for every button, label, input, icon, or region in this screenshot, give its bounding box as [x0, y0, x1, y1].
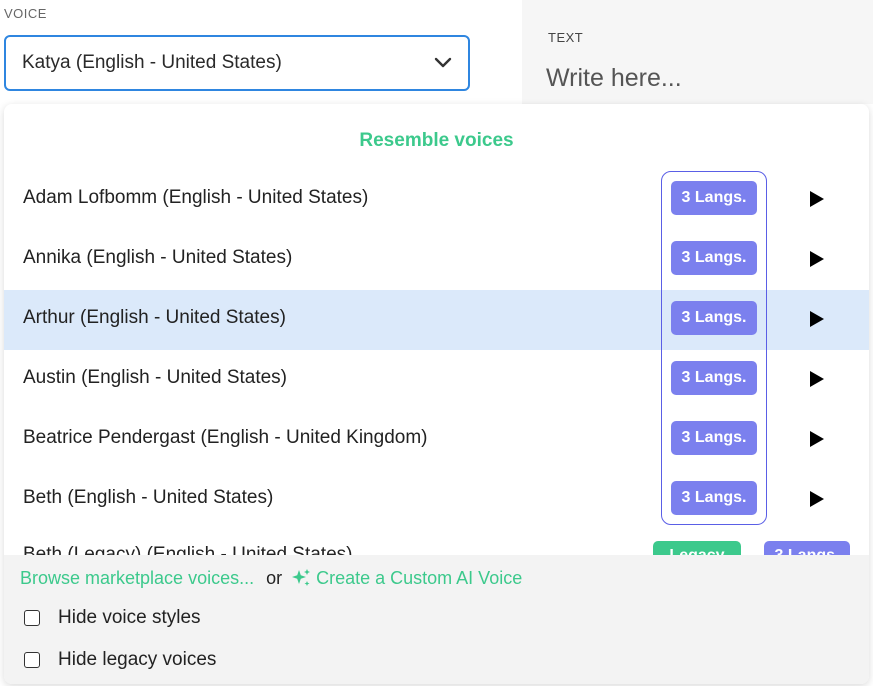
chevron-down-icon [434, 57, 452, 68]
langs-badge[interactable]: 3 Langs. [671, 361, 757, 395]
text-input[interactable] [546, 64, 846, 93]
text-panel: TEXT [522, 0, 873, 104]
voice-option-highlighted[interactable]: Arthur (English - United States) 3 Langs… [4, 290, 869, 350]
dropdown-footer: Browse marketplace voices... or Create a… [4, 555, 869, 684]
hide-legacy-voices-option[interactable]: Hide legacy voices [24, 649, 216, 671]
play-icon[interactable] [810, 311, 824, 327]
text-field-label: TEXT [548, 30, 584, 45]
langs-badge[interactable]: 3 Langs. [671, 241, 757, 275]
langs-badge[interactable]: 3 Langs. [671, 181, 757, 215]
play-icon[interactable] [810, 491, 824, 507]
voice-option[interactable]: Adam Lofbomm (English - United States) 3… [4, 170, 869, 230]
hide-legacy-voices-label: Hide legacy voices [58, 649, 217, 670]
voice-option[interactable]: Beth (English - United States) 3 Langs. [4, 470, 869, 530]
voice-dropdown: Resemble voices Adam Lofbomm (English - … [4, 104, 869, 684]
voice-field-label: VOICE [4, 6, 47, 21]
voice-option-name: Annika (English - United States) [23, 247, 293, 268]
hide-voice-styles-option[interactable]: Hide voice styles [24, 607, 201, 629]
sparkle-icon [292, 569, 311, 586]
langs-badge[interactable]: 3 Langs. [671, 481, 757, 515]
voice-option[interactable]: Beatrice Pendergast (English - United Ki… [4, 410, 869, 470]
voice-list: Adam Lofbomm (English - United States) 3… [4, 170, 869, 530]
voice-option-name: Austin (English - United States) [23, 367, 288, 388]
voice-option[interactable]: Austin (English - United States) 3 Langs… [4, 350, 869, 410]
hide-voice-styles-checkbox[interactable] [24, 610, 40, 626]
group-heading: Resemble voices [359, 130, 514, 151]
browse-marketplace-link[interactable]: Browse marketplace voices... [20, 568, 254, 589]
langs-badge[interactable]: 3 Langs. [671, 421, 757, 455]
voice-option-name: Arthur (English - United States) [23, 307, 286, 328]
voice-option-name: Beatrice Pendergast (English - United Ki… [23, 427, 428, 448]
voice-select[interactable]: Katya (English - United States) [4, 35, 470, 91]
hide-legacy-voices-checkbox[interactable] [24, 652, 40, 668]
hide-voice-styles-label: Hide voice styles [58, 607, 201, 628]
play-icon[interactable] [810, 431, 824, 447]
voice-select-value: Katya (English - United States) [22, 52, 282, 73]
play-icon[interactable] [810, 371, 824, 387]
voice-option[interactable]: Annika (English - United States) 3 Langs… [4, 230, 869, 290]
voice-option-name: Adam Lofbomm (English - United States) [23, 187, 369, 208]
play-icon[interactable] [810, 251, 824, 267]
play-icon[interactable] [810, 191, 824, 207]
create-custom-voice-link[interactable]: Create a Custom AI Voice [316, 568, 522, 589]
or-text: or [266, 567, 283, 588]
langs-badge[interactable]: 3 Langs. [671, 301, 757, 335]
footer-links: Browse marketplace voices... or Create a… [20, 567, 522, 589]
voice-option-name: Beth (English - United States) [23, 487, 274, 508]
